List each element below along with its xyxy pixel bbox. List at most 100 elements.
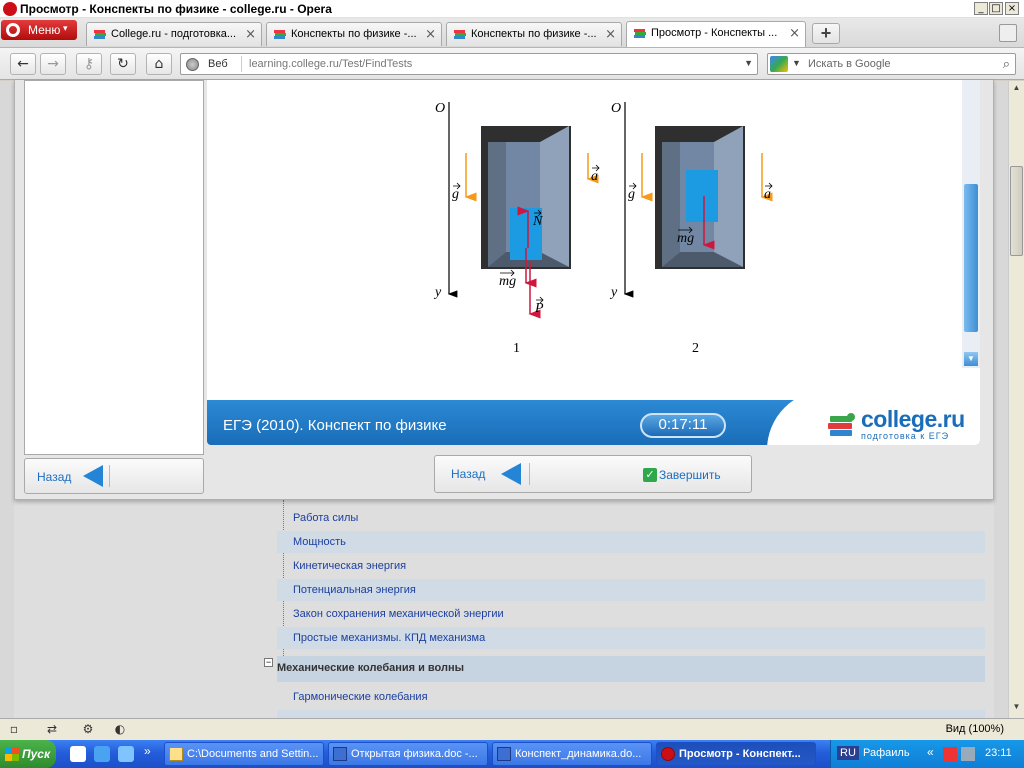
back-label: Назад — [451, 467, 486, 481]
tray-icon[interactable] — [943, 747, 957, 761]
scrollbar-thumb[interactable] — [1010, 166, 1023, 256]
quicklaunch-icon[interactable] — [118, 746, 134, 762]
home-icon[interactable]: ⌂ — [146, 53, 172, 75]
network-icon[interactable] — [961, 747, 975, 761]
tab-close-icon[interactable]: × — [605, 27, 616, 42]
tab-close-icon[interactable]: × — [789, 26, 800, 41]
axis-o-label: O — [435, 101, 445, 116]
main-back-button[interactable]: Назад — [435, 456, 531, 492]
taskbar-item-word-1[interactable]: Открытая физика.doc -... — [328, 742, 488, 766]
timer-display: 0:17:11 — [640, 413, 726, 438]
list-item-partial — [277, 710, 985, 718]
media-player-icon[interactable] — [70, 746, 86, 762]
search-icon[interactable]: ⌕ — [1003, 56, 1010, 72]
tab-college[interactable]: College.ru - подготовка... × — [86, 22, 262, 46]
tab-konspekty-2[interactable]: Конспекты по физике -... × — [446, 22, 622, 46]
a-label: a — [764, 187, 771, 202]
turbo-icon[interactable]: ◐ — [112, 722, 128, 738]
tab-prosmotr-active[interactable]: Просмотр - Конспекты ... × — [626, 21, 806, 47]
left-back-button[interactable]: Назад — [24, 458, 204, 494]
list-item[interactable]: Гармонические колебания — [277, 686, 985, 708]
folder-icon — [169, 747, 183, 761]
axis-y-label: y — [609, 285, 618, 300]
elevator-right-wall — [540, 126, 569, 267]
axis-o-label: O — [611, 101, 621, 116]
new-tab-button[interactable]: + — [812, 23, 840, 44]
search-placeholder[interactable]: Искать в Google — [808, 58, 891, 70]
figure-caption: 2 — [692, 341, 699, 356]
tab-close-icon[interactable]: × — [425, 27, 436, 42]
tab-close-icon[interactable]: × — [245, 27, 256, 42]
back-icon[interactable]: ← — [10, 53, 36, 75]
address-separator — [241, 56, 242, 72]
list-item[interactable]: Простые механизмы. КПД механизма — [277, 627, 985, 649]
chevron-down-icon: ▾ — [63, 23, 68, 33]
tab-label: Конспекты по физике -... — [291, 28, 417, 40]
window-titlebar: Просмотр - Конспекты по физике - college… — [0, 0, 1024, 18]
scroll-up-icon[interactable]: ▲ — [1010, 83, 1023, 97]
figure-2: O y g a mg 2 — [609, 101, 773, 356]
windows-logo-icon — [5, 747, 19, 761]
opera-menu-button[interactable]: Меню ▾ — [1, 20, 77, 40]
sync-icon[interactable]: ⇄ — [44, 722, 60, 738]
taskbar-item-word-2[interactable]: Конспект_динамика.do... — [492, 742, 652, 766]
tab-konspekty-1[interactable]: Конспекты по физике -... × — [266, 22, 442, 46]
key-icon[interactable]: ⚷ — [76, 53, 102, 75]
window-title: Просмотр - Конспекты по физике - college… — [20, 2, 332, 16]
content-scrollbar-thumb[interactable] — [964, 184, 978, 332]
taskbar-item-folder[interactable]: C:\Documents and Settin... — [164, 742, 324, 766]
check-icon: ✓ — [643, 468, 657, 482]
content-scrollbar[interactable]: ▼ — [962, 80, 980, 368]
start-button[interactable]: Пуск — [0, 740, 56, 768]
back-label: Назад — [37, 470, 72, 484]
chevron-down-icon[interactable]: ▼ — [744, 58, 753, 68]
n-label: N — [532, 214, 543, 229]
chevron-right-icon[interactable]: » — [144, 744, 151, 758]
list-item[interactable]: Потенциальная энергия — [277, 579, 985, 601]
search-field[interactable]: ▼ Искать в Google ⌕ — [767, 53, 1016, 75]
minimize-button[interactable]: _ — [974, 2, 988, 15]
p-label: P — [534, 301, 544, 316]
unite-icon[interactable]: ⚙ — [80, 722, 96, 738]
browser-status-bar: ▫ ⇄ ⚙ ◐ Вид (100%) — [0, 718, 1024, 740]
scroll-down-icon[interactable]: ▼ — [964, 352, 978, 366]
google-icon[interactable] — [770, 56, 788, 72]
chevron-left-icon[interactable]: « — [927, 745, 934, 759]
list-item[interactable]: Мощность — [277, 531, 985, 553]
tab-bar: Меню ▾ College.ru - подготовка... × Конс… — [0, 18, 1024, 48]
task-label: Просмотр - Конспект... — [679, 748, 801, 760]
list-item[interactable]: Работа силы — [277, 507, 985, 529]
college-favicon-icon — [634, 29, 646, 38]
close-window-button[interactable]: × — [1005, 2, 1019, 15]
list-item[interactable]: Закон сохранения механической энергии — [277, 603, 985, 625]
list-item[interactable]: Кинетическая энергия — [277, 555, 985, 577]
trash-icon[interactable] — [999, 24, 1017, 42]
scroll-down-icon[interactable]: ▼ — [1010, 702, 1023, 716]
reload-icon[interactable]: ↻ — [110, 53, 136, 75]
tab-label: Конспекты по физике -... — [471, 28, 597, 40]
language-indicator[interactable]: RU — [837, 746, 859, 760]
finish-button[interactable]: ✓ Завершить — [641, 466, 741, 484]
forward-icon[interactable]: → — [40, 53, 66, 75]
ie-icon[interactable] — [94, 746, 110, 762]
tab-label: Просмотр - Конспекты ... — [651, 27, 778, 39]
clock: 23:11 — [985, 747, 1012, 759]
college-favicon-icon — [94, 30, 106, 39]
page-scrollbar[interactable]: ▲ ▼ — [1008, 81, 1024, 718]
panel-toggle-icon[interactable]: ▫ — [6, 722, 22, 738]
college-favicon-icon — [274, 30, 286, 39]
address-url[interactable]: learning.college.ru/Test/FindTests — [249, 58, 412, 70]
g-label: g — [628, 187, 635, 202]
section-heading[interactable]: Механические колебания и волны — [277, 656, 985, 682]
menu-label: Меню — [28, 23, 61, 37]
taskbar-item-opera[interactable]: Просмотр - Конспект... — [656, 742, 816, 766]
maximize-button[interactable]: □ — [989, 2, 1003, 15]
collapse-icon[interactable]: − — [264, 658, 273, 667]
opera-logo-icon — [3, 2, 17, 16]
figure-1: O y g a N mg P 1 — [433, 101, 600, 356]
tab-label: College.ru - подготовка... — [111, 28, 237, 40]
zoom-level[interactable]: Вид (100%) — [946, 723, 1004, 735]
address-bar[interactable]: Веб learning.college.ru/Test/FindTests ▼ — [180, 53, 758, 75]
mg-label: mg — [499, 274, 516, 289]
chevron-down-icon[interactable]: ▼ — [792, 58, 801, 68]
